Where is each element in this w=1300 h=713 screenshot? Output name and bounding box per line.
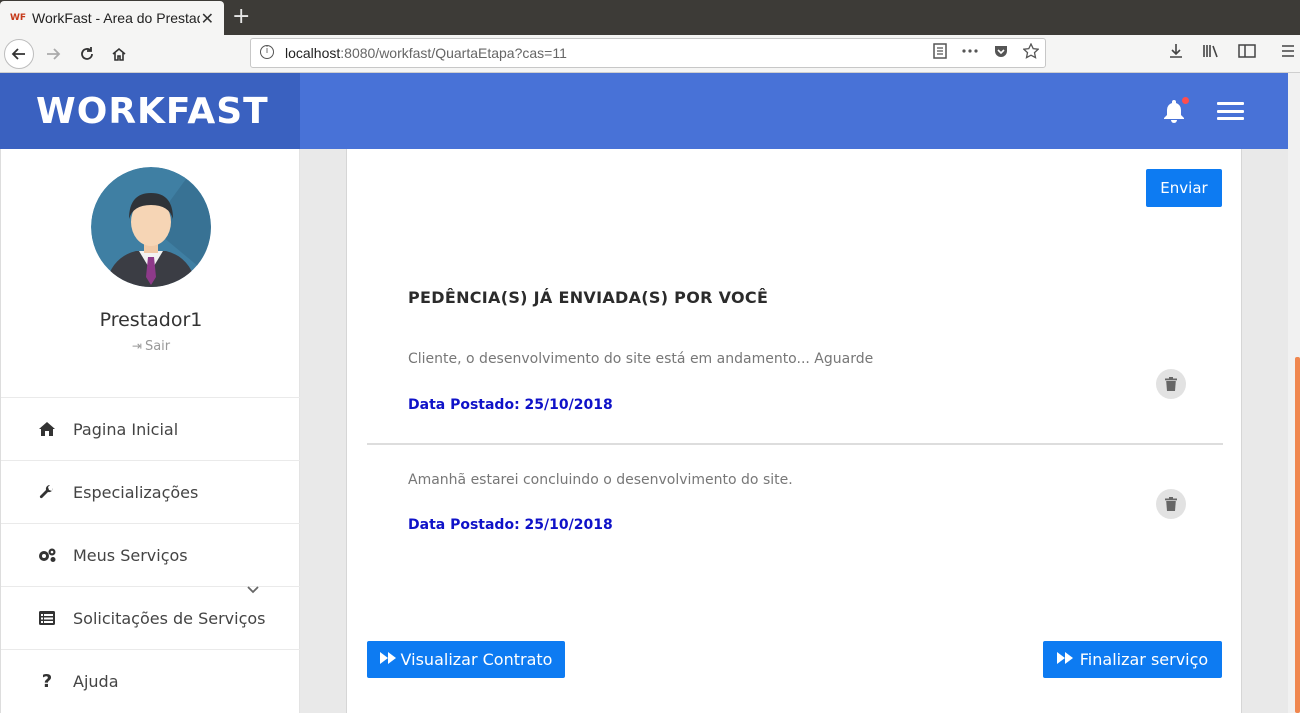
browser-menu-icon[interactable] (1280, 43, 1296, 59)
browser-tab[interactable]: WF WorkFast - Area do Prestador ✕ (0, 1, 224, 35)
trash-icon (1165, 377, 1177, 391)
browser-toolbar: i localhost:8080/workfast/QuartaEtapa?ca… (0, 35, 1300, 73)
browser-tabbar: WF WorkFast - Area do Prestador ✕ + (0, 0, 1300, 35)
sidebar: Prestador1 ⇥ Sair Pagina Inicial Especial… (0, 149, 300, 713)
reader-view-icon[interactable] (933, 43, 947, 59)
entry-date: Data Postado: 25/10/2018 (408, 397, 613, 413)
content-card: Enviar PEDÊNCIA(S) JÁ ENVIADA(S) POR VOC… (346, 149, 1242, 713)
entry-message: Cliente, o desenvolvimento do site está … (408, 351, 874, 367)
arrow-right-icon (47, 48, 61, 60)
sidebar-item-especializacoes[interactable]: Especializações (1, 460, 300, 523)
fast-forward-icon (379, 651, 397, 668)
notification-dot (1182, 97, 1189, 104)
sidebar-toggle-icon[interactable] (1238, 43, 1256, 59)
section-title: PEDÊNCIA(S) JÁ ENVIADA(S) POR VOCÊ (408, 288, 769, 307)
forward-button[interactable] (38, 39, 68, 69)
pocket-icon[interactable] (993, 43, 1009, 59)
url-bar[interactable]: i localhost:8080/workfast/QuartaEtapa?ca… (250, 38, 1046, 68)
arrow-left-icon (11, 48, 25, 60)
favicon-icon: WF (10, 13, 27, 23)
sidebar-item-pagina-inicial[interactable]: Pagina Inicial (1, 397, 300, 460)
list-icon (37, 611, 57, 625)
home-browser-icon (112, 47, 126, 61)
divider (367, 443, 1223, 445)
entry-message: Amanhã estarei concluindo o desenvolvime… (408, 472, 793, 488)
reload-icon (81, 47, 93, 60)
reload-button[interactable] (72, 39, 102, 69)
scrollbar-thumb[interactable] (1295, 357, 1300, 713)
new-tab-icon[interactable]: + (232, 4, 250, 29)
question-icon: ? (41, 670, 53, 692)
sign-out-icon: ⇥ (131, 339, 142, 353)
library-icon[interactable] (1202, 43, 1220, 59)
more-icon[interactable] (961, 43, 979, 59)
brand-logo[interactable]: WORKFAST (0, 73, 300, 149)
fast-forward-icon (1056, 651, 1074, 668)
trash-icon (1165, 497, 1177, 511)
info-icon[interactable]: i (260, 45, 274, 59)
sidebar-item-meus-servicos[interactable]: Meus Serviços (1, 523, 300, 586)
delete-button[interactable] (1156, 369, 1186, 399)
close-tab-icon[interactable]: ✕ (201, 9, 214, 28)
sidebar-menu: Pagina Inicial Especializações Meus Serv… (1, 397, 300, 712)
logout-link[interactable]: ⇥ Sair (1, 339, 301, 354)
finish-service-button[interactable]: Finalizar serviço (1043, 641, 1222, 678)
bookmark-star-icon[interactable] (1023, 43, 1039, 59)
view-contract-button[interactable]: Visualizar Contrato (367, 641, 565, 678)
home-icon (37, 421, 57, 437)
chevron-down-icon[interactable] (247, 583, 259, 597)
tab-title: WorkFast - Area do Prestador (32, 10, 200, 26)
user-name: Prestador1 (99, 309, 203, 331)
avatar (91, 167, 211, 287)
sidebar-item-solicitacoes[interactable]: Solicitações de Serviços (1, 586, 300, 649)
sidebar-item-ajuda[interactable]: ? Ajuda (1, 649, 300, 712)
entry-date: Data Postado: 25/10/2018 (408, 517, 613, 533)
send-button[interactable]: Enviar (1146, 169, 1222, 207)
hamburger-menu-icon[interactable] (1217, 102, 1244, 120)
url-text: localhost:8080/workfast/QuartaEtapa?cas=… (285, 45, 567, 61)
cogs-icon (37, 547, 57, 563)
wrench-icon (37, 484, 57, 500)
back-button[interactable] (4, 39, 34, 69)
download-icon[interactable] (1168, 43, 1184, 59)
app-header: WORKFAST (0, 73, 1288, 149)
home-button[interactable] (104, 39, 134, 69)
delete-button[interactable] (1156, 489, 1186, 519)
brand-text: WORKFAST (36, 90, 269, 132)
